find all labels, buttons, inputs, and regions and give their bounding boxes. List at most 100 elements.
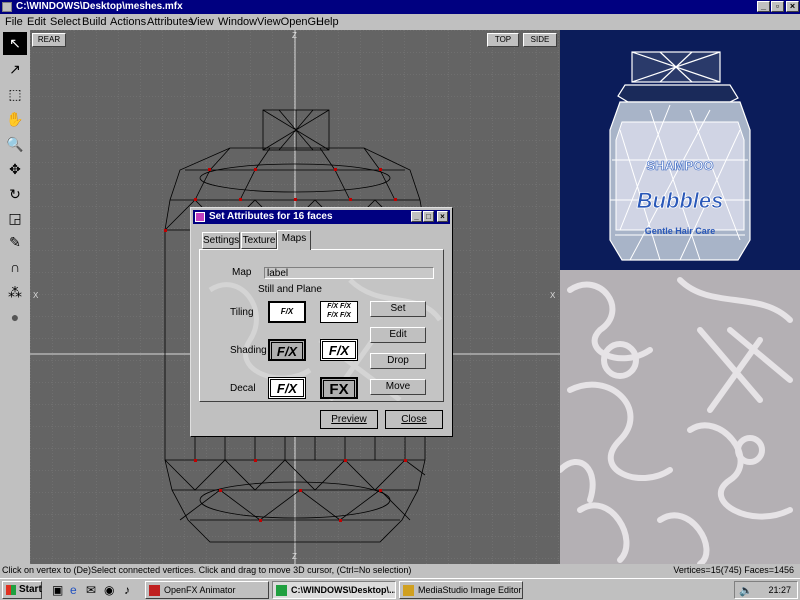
render-label-top: SHAMPOO: [646, 158, 713, 173]
zoom-icon[interactable]: 🔍: [3, 133, 27, 156]
tab-settings[interactable]: Settings: [202, 232, 240, 249]
system-tray: 🔈 21:27: [734, 581, 798, 599]
select-arrow-icon[interactable]: ↖: [3, 32, 27, 55]
decal-off-text: FX: [323, 380, 355, 398]
decal-on-option[interactable]: F/X: [268, 377, 306, 399]
close-button[interactable]: ×: [786, 1, 799, 12]
texture-pattern: [560, 277, 793, 564]
box-select-icon[interactable]: ⬚: [3, 83, 27, 106]
menu-view[interactable]: View: [190, 16, 214, 28]
restore-button[interactable]: ▫: [771, 1, 784, 12]
task-openfx-animator-label: OpenFX Animator: [164, 585, 236, 595]
maps-tab-panel: Map label Still and Plane Tiling F/X F/X…: [199, 249, 444, 402]
window-title: C:\WINDOWS\Desktop\meshes.mfx: [16, 1, 183, 12]
view-top-button[interactable]: TOP: [487, 33, 519, 47]
axis-mark-left: X: [33, 291, 39, 300]
quicklaunch-channels-icon[interactable]: ◉: [104, 583, 114, 597]
tiling-single-text: F/X: [280, 307, 294, 316]
tiling-repeat-text-4: F/X: [339, 312, 351, 319]
set-button[interactable]: Set: [370, 301, 426, 317]
start-button[interactable]: Start: [2, 581, 42, 599]
dialog-close-button[interactable]: ×: [437, 211, 448, 222]
decal-off-option[interactable]: FX: [320, 377, 358, 399]
menu-help[interactable]: Help: [316, 16, 339, 28]
axis-mark-bottom: Z: [292, 552, 297, 561]
shading-on-option[interactable]: F/X: [268, 339, 306, 361]
sphere-icon[interactable]: ●: [3, 306, 27, 329]
clock[interactable]: 21:27: [768, 582, 791, 598]
menu-edit[interactable]: Edit: [27, 16, 46, 28]
hand-icon[interactable]: ✋: [3, 108, 27, 131]
task-mediastudio[interactable]: MediaStudio Image Editor: [399, 581, 523, 599]
quicklaunch-outlook-icon[interactable]: ✉: [86, 583, 96, 597]
texture-background: [560, 270, 800, 564]
render-label-bottom: Gentle Hair Care: [645, 226, 716, 236]
bottle-render: SHAMPOO Bubbles Gentle Hair Care: [609, 51, 751, 261]
dialog-title-bar[interactable]: Set Attributes for 16 faces _ □ ×: [193, 210, 450, 224]
menu-window[interactable]: Window: [218, 16, 257, 28]
window-title-bar[interactable]: C:\WINDOWS\Desktop\meshes.mfx _ ▫ ×: [0, 0, 800, 14]
menu-attributes[interactable]: Attributes: [147, 16, 193, 28]
set-attributes-dialog: Set Attributes for 16 faces _ □ × Settin…: [190, 207, 453, 437]
shading-off-text: F/X: [322, 341, 356, 359]
map-name-field[interactable]: label: [264, 267, 434, 279]
tiling-repeat-text: F/X: [327, 303, 339, 310]
pen-icon[interactable]: ✎: [3, 231, 27, 254]
shading-off-option[interactable]: F/X: [320, 339, 358, 361]
dialog-title: Set Attributes for 16 faces: [209, 211, 333, 222]
view-side-button[interactable]: SIDE: [523, 33, 557, 47]
map-label: Map: [232, 267, 252, 278]
tab-texture[interactable]: Texture: [241, 232, 277, 249]
tiling-label: Tiling: [230, 307, 254, 318]
tab-maps[interactable]: Maps: [277, 230, 311, 250]
pointer-icon[interactable]: ↗: [3, 58, 27, 81]
menu-viewopengl[interactable]: ViewOpenGL: [257, 16, 322, 28]
status-counts: Vertices=15(745) Faces=1456: [673, 565, 794, 575]
rotate-icon[interactable]: ↻: [3, 183, 27, 206]
quicklaunch-desktop-icon[interactable]: ▣: [52, 583, 63, 597]
edit-button[interactable]: Edit: [370, 327, 426, 343]
axis-mark-right: X: [550, 291, 556, 300]
axis-mark-top: Z: [292, 31, 297, 40]
start-label: Start: [19, 584, 42, 595]
tool-palette: ↖ ↗ ⬚ ✋ 🔍 ✥ ↻ ◲ ✎ ∩ ⁂ ●: [0, 30, 30, 564]
tiling-repeat-text-3: F/X: [327, 312, 339, 319]
drop-button[interactable]: Drop: [370, 353, 426, 369]
dialog-maximize-button[interactable]: □: [423, 211, 434, 222]
openfx-designer-icon: [276, 585, 287, 596]
menu-file[interactable]: File: [5, 16, 23, 28]
status-message: Click on vertex to (De)Select connected …: [2, 565, 412, 575]
app-icon[interactable]: [2, 2, 12, 12]
shading-label: Shading: [230, 345, 267, 356]
task-openfx-designer[interactable]: C:\WINDOWS\Desktop\...: [272, 581, 396, 599]
menu-bar: File Edit Select Build Actions Attribute…: [0, 14, 800, 30]
dialog-minimize-button[interactable]: _: [411, 211, 422, 222]
openfx-animator-icon: [149, 585, 160, 596]
spheres-icon[interactable]: ⁂: [3, 281, 27, 304]
task-mediastudio-label: MediaStudio Image Editor: [418, 585, 522, 595]
view-rear-label[interactable]: REAR: [32, 33, 66, 47]
menu-build[interactable]: Build: [82, 16, 106, 28]
quicklaunch-ie-icon[interactable]: e: [70, 583, 77, 597]
shading-on-text: F/X: [271, 342, 303, 360]
magnet-icon[interactable]: ∩: [3, 256, 27, 279]
minimize-button[interactable]: _: [757, 1, 770, 12]
task-openfx-animator[interactable]: OpenFX Animator: [145, 581, 269, 599]
tiling-single-option[interactable]: F/X: [268, 301, 306, 323]
task-openfx-designer-label: C:\WINDOWS\Desktop\...: [291, 585, 396, 595]
tiling-repeat-text-2: F/X: [339, 303, 351, 310]
close-dialog-button[interactable]: Close: [385, 410, 443, 429]
preview-button[interactable]: Preview: [320, 410, 378, 429]
map-type-label: Still and Plane: [258, 284, 322, 295]
move-icon[interactable]: ✥: [3, 158, 27, 181]
opengl-render-view[interactable]: SHAMPOO Bubbles Gentle Hair Care: [560, 30, 800, 270]
menu-actions[interactable]: Actions: [110, 16, 146, 28]
volume-icon[interactable]: 🔈: [739, 583, 753, 599]
quicklaunch-media-icon[interactable]: ♪: [124, 583, 130, 597]
tiling-repeat-option[interactable]: F/X F/X F/X F/X: [320, 301, 358, 323]
status-bar: Click on vertex to (De)Select connected …: [0, 564, 800, 578]
menu-select[interactable]: Select: [50, 16, 81, 28]
mediastudio-icon: [403, 585, 414, 596]
move-button[interactable]: Move: [370, 379, 426, 395]
scale-icon[interactable]: ◲: [3, 207, 27, 230]
